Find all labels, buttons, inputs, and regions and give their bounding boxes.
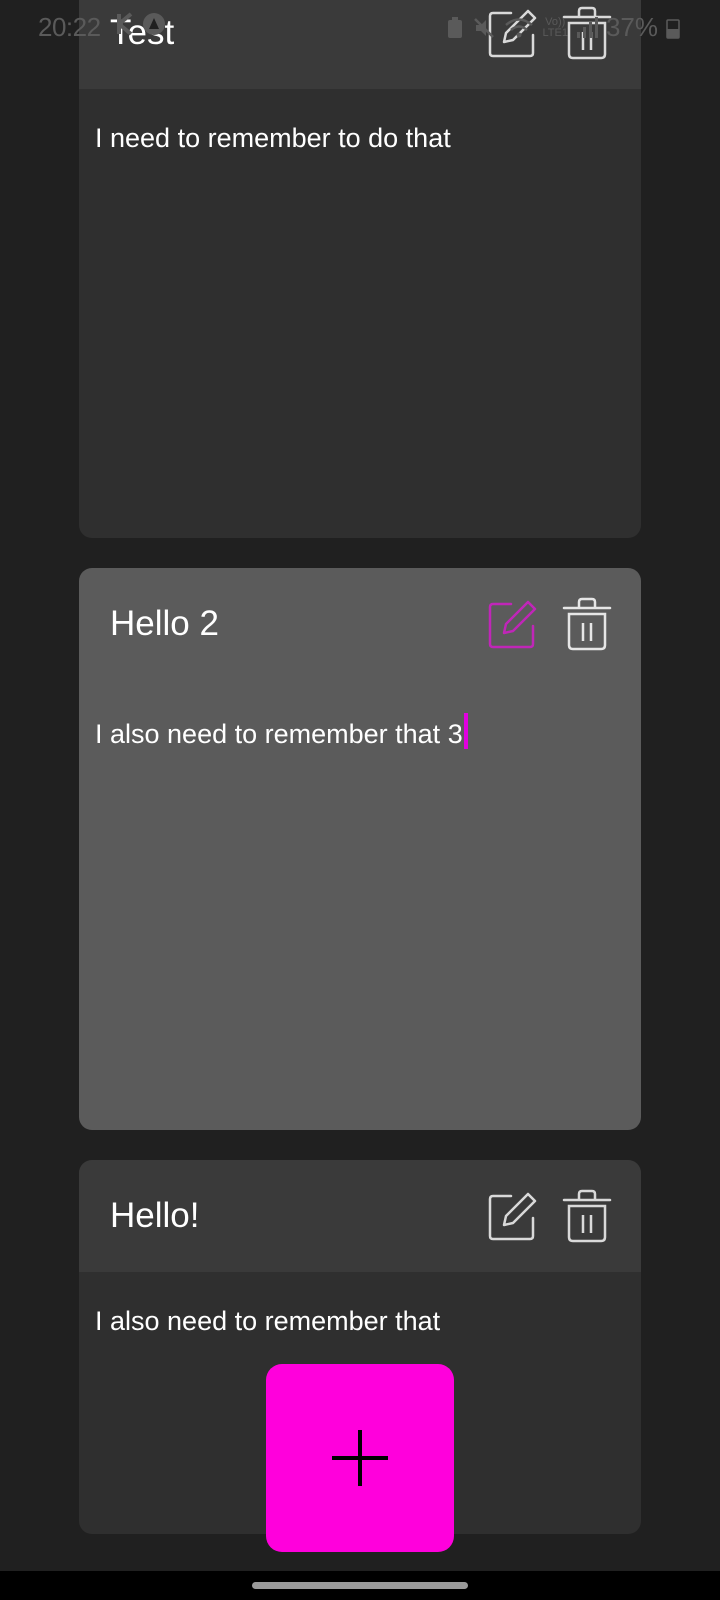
mute-icon — [474, 17, 495, 38]
note-actions — [485, 596, 615, 652]
home-gesture-handle[interactable] — [252, 1582, 468, 1589]
battery-saver-icon — [448, 16, 463, 38]
note-card-editing[interactable]: Hello 2 I also need to remember that 3 — [79, 568, 641, 1130]
status-bar: 20:22 Vo)) LTE1 37% — [0, 0, 720, 42]
edit-button[interactable] — [485, 596, 541, 652]
note-actions — [485, 1188, 615, 1244]
note-card[interactable]: Test I need to remember to do that — [79, 0, 641, 538]
delete-button[interactable] — [559, 596, 615, 652]
status-time: 20:22 — [38, 12, 101, 42]
note-header: Hello 2 — [79, 568, 641, 680]
edit-icon — [488, 600, 537, 649]
trash-icon — [562, 1189, 612, 1243]
note-title: Hello! — [110, 1196, 200, 1235]
network-type-label: Vo)) LTE1 — [542, 15, 568, 39]
note-header: Hello! — [79, 1160, 641, 1272]
kotlin-icon — [117, 12, 133, 36]
plus-icon — [332, 1430, 388, 1486]
status-right: Vo)) LTE1 37% — [446, 12, 680, 43]
text-cursor — [463, 713, 468, 749]
battery-icon — [666, 18, 680, 39]
trash-icon — [562, 597, 612, 651]
note-body[interactable]: I need to remember to do that — [79, 89, 641, 154]
app-notification-icon — [143, 13, 165, 35]
note-title: Hello 2 — [110, 604, 219, 643]
status-notification-icons — [116, 12, 166, 36]
edit-icon — [488, 1192, 537, 1241]
note-body-input[interactable]: I also need to remember that 3 — [79, 680, 641, 750]
edit-button[interactable] — [485, 1188, 541, 1244]
battery-percentage: 37% — [605, 12, 658, 42]
wifi-icon — [505, 17, 534, 37]
note-body[interactable]: I also need to remember that — [79, 1272, 641, 1337]
note-body-text: I also need to remember that 3 — [95, 719, 463, 749]
delete-button[interactable] — [559, 1188, 615, 1244]
signal-icon — [576, 16, 598, 38]
add-note-button[interactable] — [266, 1364, 454, 1552]
system-navigation-bar — [0, 1571, 720, 1600]
